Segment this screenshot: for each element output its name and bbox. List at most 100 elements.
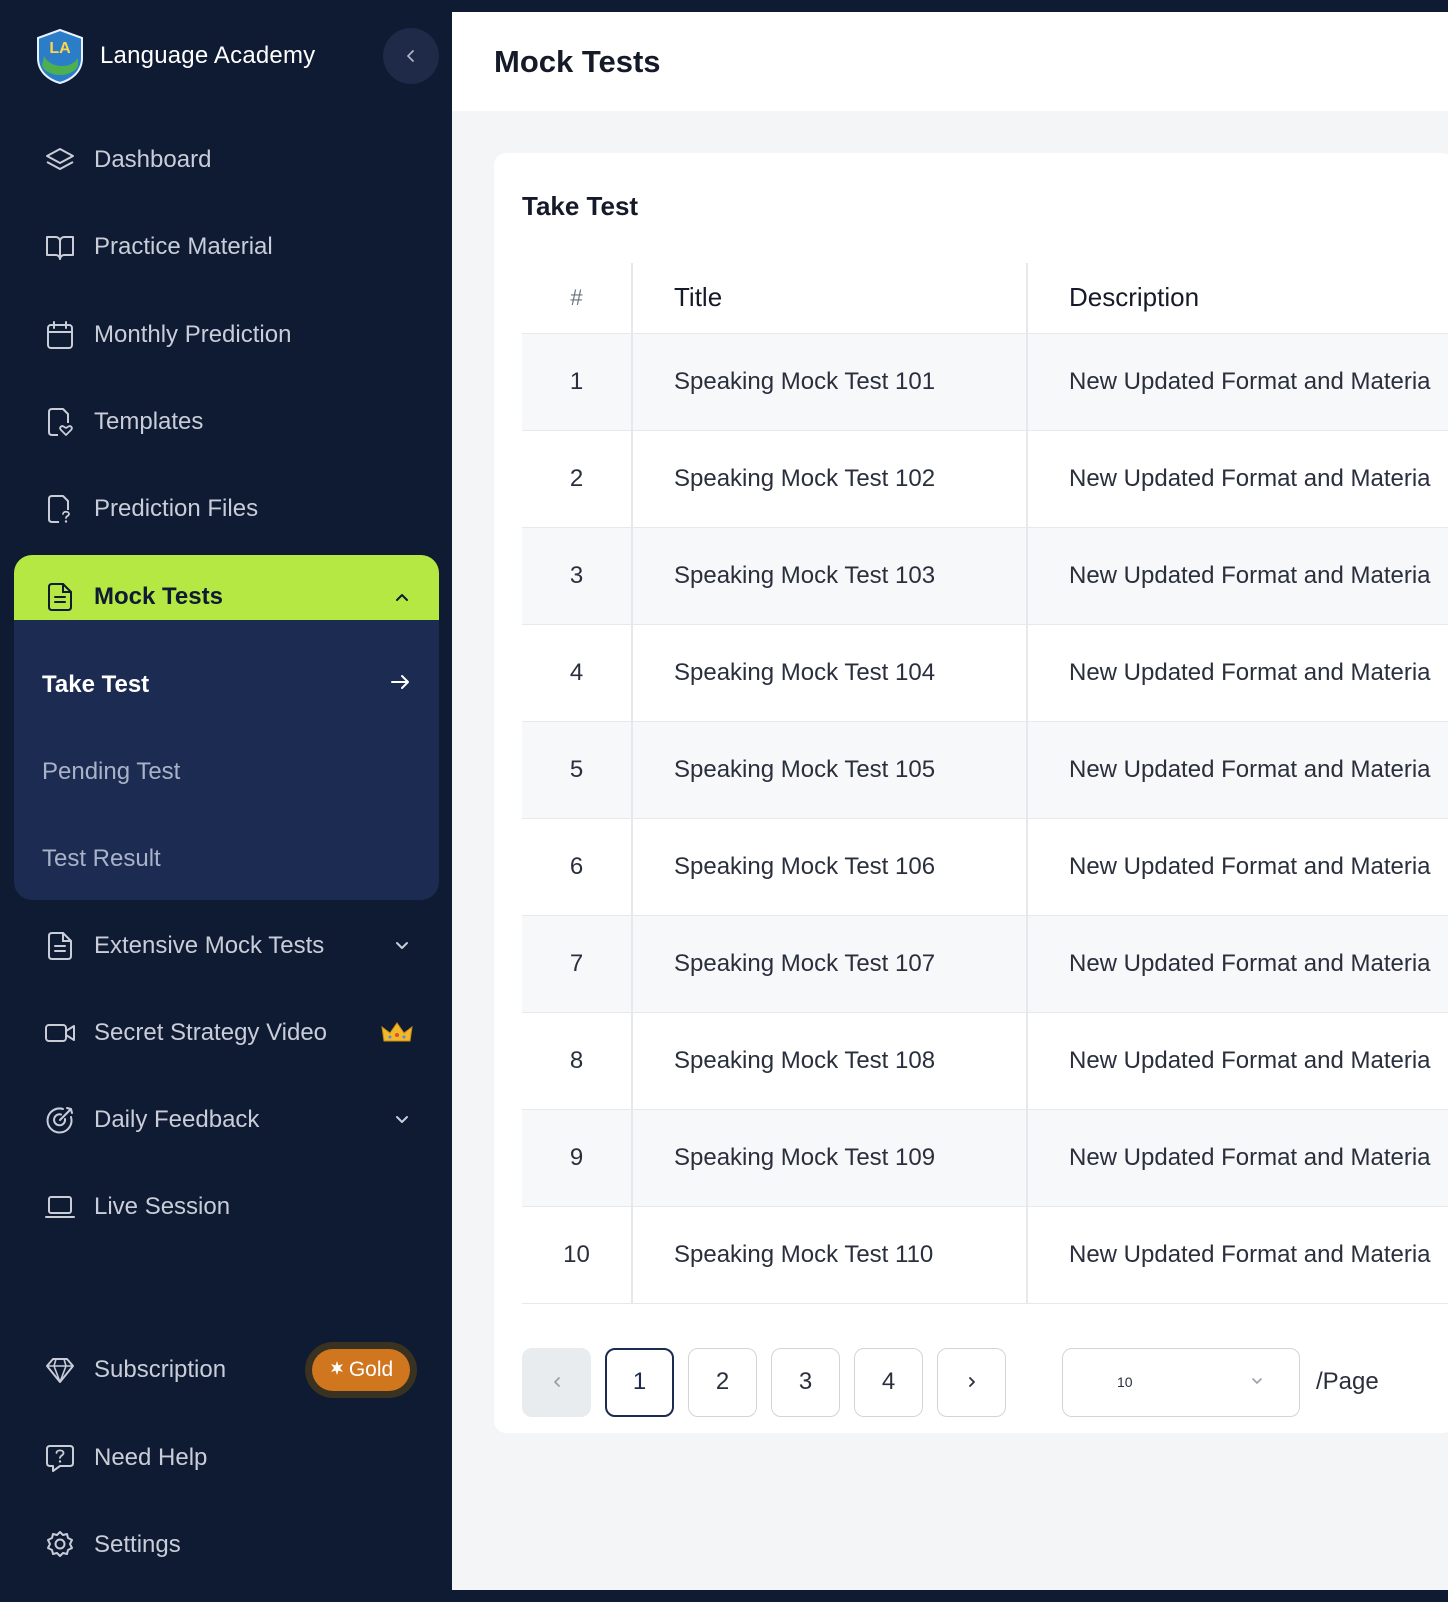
table-row[interactable]: 8 Speaking Mock Test 108 New Updated For… xyxy=(522,1011,1448,1109)
chevron-down-icon xyxy=(393,1111,411,1129)
row-title[interactable]: Speaking Mock Test 101 xyxy=(631,332,1027,430)
row-number: 10 xyxy=(522,1205,632,1304)
subscription-gold-badge[interactable]: Gold xyxy=(305,1342,417,1398)
video-icon xyxy=(42,1015,78,1051)
row-number: 6 xyxy=(522,817,632,915)
prev-page-button[interactable] xyxy=(522,1347,591,1417)
chevron-down-icon xyxy=(1249,1373,1265,1392)
layers-icon xyxy=(42,142,78,178)
sidebar-item-label: Mock Tests xyxy=(94,583,223,610)
sidebar-item-live-session[interactable]: Live Session xyxy=(14,1165,439,1249)
row-number: 7 xyxy=(522,914,632,1012)
sidebar-item-practice-material[interactable]: Practice Material xyxy=(14,205,439,289)
gear-icon xyxy=(42,1527,78,1563)
sidebar-item-label: Live Session xyxy=(94,1193,231,1220)
sidebar-item-need-help[interactable]: Need Help xyxy=(14,1416,439,1500)
sidebar-item-secret-strategy-video[interactable]: Secret Strategy Video xyxy=(14,991,439,1075)
row-description: New Updated Format and Materia xyxy=(1026,914,1448,1012)
per-page-value: 10 xyxy=(1117,1374,1133,1390)
chevron-down-icon xyxy=(393,937,411,955)
language-academy-logo-icon: LA xyxy=(34,28,86,85)
row-title[interactable]: Speaking Mock Test 105 xyxy=(631,720,1027,818)
row-description: New Updated Format and Materia xyxy=(1026,526,1448,624)
sidebar: LA Language Academy Dashboard Practice M… xyxy=(0,0,452,1602)
help-chat-icon xyxy=(42,1440,78,1476)
submenu-item-label: Test Result xyxy=(42,845,161,872)
table-header-row: # Title Description xyxy=(522,263,1448,333)
row-title[interactable]: Speaking Mock Test 102 xyxy=(631,429,1027,527)
page-button-2[interactable]: 2 xyxy=(688,1347,757,1417)
gold-badge-label: Gold xyxy=(348,1358,394,1381)
chevron-left-icon xyxy=(407,50,414,62)
table-row[interactable]: 5 Speaking Mock Test 105 New Updated For… xyxy=(522,720,1448,818)
main-content: Mock Tests Take Test # Title Description xyxy=(452,12,1448,1590)
table-row[interactable]: 1 Speaking Mock Test 101 New Updated For… xyxy=(522,332,1448,430)
target-icon xyxy=(42,1102,78,1138)
per-page-label: /Page xyxy=(1316,1368,1379,1395)
column-header-description: Description xyxy=(1026,263,1448,333)
collapse-sidebar-button[interactable] xyxy=(383,28,439,84)
page-button-3[interactable]: 3 xyxy=(771,1347,840,1417)
sidebar-item-label: Dashboard xyxy=(94,146,212,173)
mock-tests-submenu: Take Test Pending Test Test Result xyxy=(14,620,439,900)
row-description: New Updated Format and Materia xyxy=(1026,429,1448,527)
row-title[interactable]: Speaking Mock Test 103 xyxy=(631,526,1027,624)
table-row[interactable]: 9 Speaking Mock Test 109 New Updated For… xyxy=(522,1108,1448,1206)
page-button-4[interactable]: 4 xyxy=(854,1347,923,1417)
row-number: 4 xyxy=(522,623,632,721)
row-number: 9 xyxy=(522,1108,632,1206)
table-row[interactable]: 6 Speaking Mock Test 106 New Updated For… xyxy=(522,817,1448,915)
row-number: 3 xyxy=(522,526,632,624)
row-title[interactable]: Speaking Mock Test 106 xyxy=(631,817,1027,915)
table-row[interactable]: 3 Speaking Mock Test 103 New Updated For… xyxy=(522,526,1448,624)
laptop-icon xyxy=(42,1189,78,1225)
sidebar-item-templates[interactable]: Templates xyxy=(14,380,439,464)
file-text-icon xyxy=(42,928,78,964)
chevron-right-icon xyxy=(968,1377,975,1387)
row-number: 5 xyxy=(522,720,632,818)
gold-badge-inner: Gold xyxy=(312,1349,410,1391)
calendar-icon xyxy=(42,317,78,353)
submenu-item-pending-test[interactable]: Pending Test xyxy=(42,742,412,802)
next-page-button[interactable] xyxy=(937,1347,1006,1417)
sidebar-item-prediction-files[interactable]: Prediction Files xyxy=(14,467,439,551)
sidebar-item-daily-feedback[interactable]: Daily Feedback xyxy=(14,1078,439,1162)
row-title[interactable]: Speaking Mock Test 109 xyxy=(631,1108,1027,1206)
column-header-title: Title xyxy=(631,263,1027,333)
top-bar: Mock Tests xyxy=(452,12,1448,111)
app-frame: LA Language Academy Dashboard Practice M… xyxy=(0,0,1448,1602)
row-title[interactable]: Speaking Mock Test 108 xyxy=(631,1011,1027,1109)
table-row[interactable]: 2 Speaking Mock Test 102 New Updated For… xyxy=(522,429,1448,527)
row-title[interactable]: Speaking Mock Test 104 xyxy=(631,623,1027,721)
table-row[interactable]: 7 Speaking Mock Test 107 New Updated For… xyxy=(522,914,1448,1012)
app-name: Language Academy xyxy=(100,42,316,69)
row-description: New Updated Format and Materia xyxy=(1026,1108,1448,1206)
sidebar-item-monthly-prediction[interactable]: Monthly Prediction xyxy=(14,293,439,377)
sidebar-item-label: Practice Material xyxy=(94,233,273,260)
per-page-select[interactable]: 10 xyxy=(1062,1347,1300,1417)
row-description: New Updated Format and Materia xyxy=(1026,332,1448,430)
row-title[interactable]: Speaking Mock Test 110 xyxy=(631,1205,1027,1304)
submenu-item-label: Take Test xyxy=(42,671,150,698)
row-description: New Updated Format and Materia xyxy=(1026,1205,1448,1304)
sidebar-item-dashboard[interactable]: Dashboard xyxy=(14,118,439,202)
sidebar-item-label: Settings xyxy=(94,1531,181,1558)
row-number: 2 xyxy=(522,429,632,527)
submenu-item-test-result[interactable]: Test Result xyxy=(42,829,412,889)
row-title[interactable]: Speaking Mock Test 107 xyxy=(631,914,1027,1012)
page-button-1[interactable]: 1 xyxy=(605,1347,674,1417)
row-description: New Updated Format and Materia xyxy=(1026,1011,1448,1109)
sidebar-item-label: Prediction Files xyxy=(94,495,259,522)
table-row[interactable]: 4 Speaking Mock Test 104 New Updated For… xyxy=(522,623,1448,721)
sidebar-item-label: Templates xyxy=(94,408,204,435)
file-question-icon xyxy=(42,491,78,527)
brand[interactable]: LA Language Academy xyxy=(34,26,315,86)
submenu-item-take-test[interactable]: Take Test xyxy=(42,655,412,715)
sidebar-item-settings[interactable]: Settings xyxy=(14,1503,439,1587)
sidebar-item-label: Extensive Mock Tests xyxy=(94,932,325,959)
row-number: 1 xyxy=(522,332,632,430)
diamond-icon xyxy=(42,1352,78,1388)
sidebar-item-label: Monthly Prediction xyxy=(94,321,292,348)
sidebar-item-extensive-mock-tests[interactable]: Extensive Mock Tests xyxy=(14,904,439,988)
table-row[interactable]: 10 Speaking Mock Test 110 New Updated Fo… xyxy=(522,1205,1448,1304)
